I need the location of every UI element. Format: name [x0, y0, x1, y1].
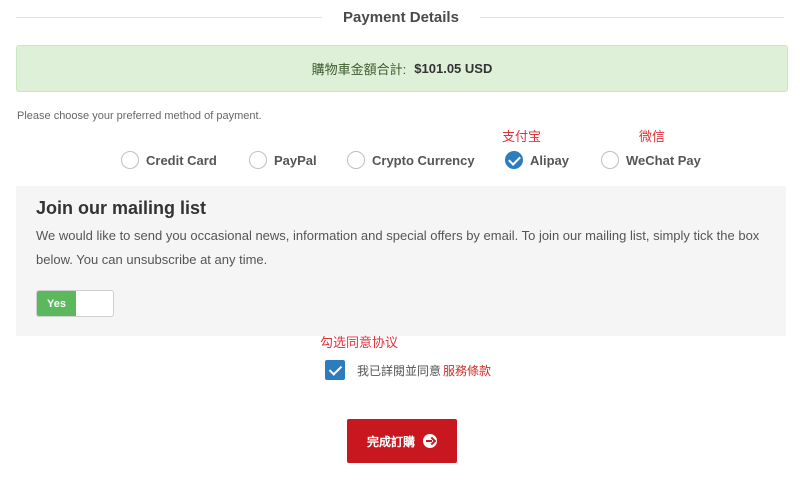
wechat-annotation: 微信: [639, 129, 666, 144]
page-title: Payment Details: [343, 9, 459, 26]
payment-option-label: Credit Card: [146, 152, 217, 168]
radio-alipay[interactable]: [505, 151, 523, 169]
mailing-list-heading: Join our mailing list: [36, 198, 207, 218]
radio-paypal[interactable]: [249, 151, 267, 169]
payment-option-crypto[interactable]: Crypto Currency: [347, 148, 475, 172]
cart-total-amount: $101.05 USD: [414, 61, 493, 76]
toggle-yes-label: Yes: [37, 291, 76, 316]
complete-order-button[interactable]: 完成訂購: [347, 419, 457, 463]
radio-crypto[interactable]: [347, 151, 365, 169]
terms-link[interactable]: 服務條款: [443, 362, 491, 379]
payment-option-credit-card[interactable]: Credit Card: [121, 148, 217, 172]
terms-checkbox[interactable]: [325, 360, 345, 380]
mailing-list-toggle[interactable]: Yes: [36, 290, 114, 317]
payment-option-label: Crypto Currency: [372, 152, 475, 168]
header-divider-left: [16, 17, 322, 18]
mailing-list-panel: Join our mailing list We would like to s…: [16, 186, 786, 336]
complete-order-label: 完成訂購: [366, 434, 415, 449]
payment-option-label: WeChat Pay: [626, 152, 701, 168]
radio-credit-card[interactable]: [121, 151, 139, 169]
terms-text: 我已詳閱並同意: [357, 363, 442, 378]
payment-option-label: PayPal: [274, 152, 317, 168]
payment-option-label: Alipay: [530, 152, 570, 168]
mailing-list-description: We would like to send you occasional new…: [36, 228, 760, 267]
agreement-annotation: 勾选同意协议: [320, 335, 399, 350]
payment-instruction: Please choose your preferred method of p…: [17, 110, 262, 122]
radio-wechat[interactable]: [601, 151, 619, 169]
cart-total-label: 購物車金額合計:: [311, 62, 407, 77]
payment-option-alipay[interactable]: Alipay: [505, 148, 569, 172]
alipay-annotation: 支付宝: [502, 129, 542, 144]
payment-option-wechat[interactable]: WeChat Pay: [601, 148, 701, 172]
cart-total-banner: 購物車金額合計: $101.05 USD: [16, 45, 788, 92]
arrow-circle-right-icon: [423, 434, 437, 448]
header-divider-right: [480, 17, 784, 18]
payment-option-paypal[interactable]: PayPal: [249, 148, 317, 172]
payment-details-header: Payment Details: [0, 6, 800, 30]
terms-agreement-row: 我已詳閱並同意 服務條款: [325, 360, 491, 380]
